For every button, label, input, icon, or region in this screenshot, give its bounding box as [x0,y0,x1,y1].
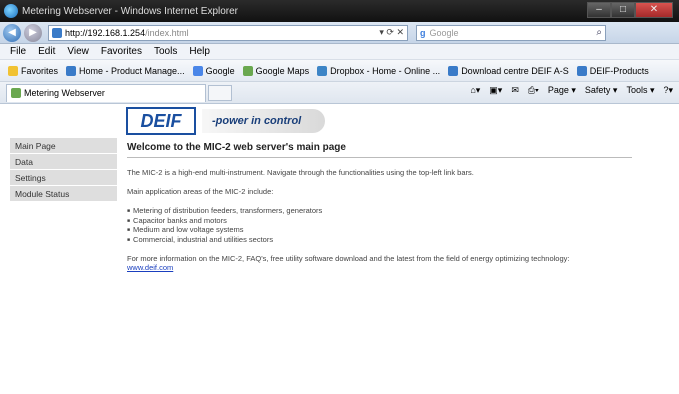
url-path: /index.html [145,27,189,38]
sidebar-nav: Main Page Data Settings Module Status [10,138,117,202]
google-icon [192,65,203,76]
list-item: Medium and low voltage systems [127,225,632,235]
tab-metering-webserver[interactable]: Metering Webserver [6,83,206,102]
favorite-label: DEIF-Products [589,65,649,76]
title-bar: Metering Webserver - Windows Internet Ex… [0,0,679,22]
star-icon [8,65,18,76]
areas-heading: Main application areas of the MIC-2 incl… [127,187,274,196]
menu-bar: File Edit View Favorites Tools Help [0,44,679,60]
help-icon[interactable]: ?▾ [663,85,673,96]
list-item: Capacitor banks and motors [127,216,632,226]
command-bar: ⌂▾ ▣▾ ✉ ⎙▾ Page ▾ Safety ▾ Tools ▾ ?▾ [461,85,673,96]
search-icon[interactable]: ⌕ [596,27,602,38]
internet-explorer-icon [4,4,18,18]
favorites-bar: Favorites Home - Product Manage... Googl… [0,60,679,82]
window-title: Metering Webserver - Windows Internet Ex… [22,5,239,17]
search-placeholder: Google [429,27,459,38]
deif-website-link[interactable]: www.deif.com [127,263,632,272]
header-logo: DEIF -power in control [126,106,326,136]
maximize-button[interactable]: □ [611,2,635,18]
forward-button[interactable]: ▶ [24,23,42,42]
ie-page-icon [576,65,587,76]
page-menu[interactable]: Page ▾ [548,85,576,96]
list-item: Commercial, industrial and utilities sec… [127,235,632,245]
page-title: Welcome to the MIC-2 web server's main p… [127,142,632,158]
favorite-link-google-maps[interactable]: Google Maps [242,65,310,76]
browser-window: Metering Webserver - Windows Internet Ex… [0,0,679,394]
menu-view[interactable]: View [67,46,89,57]
tab-bar: Metering Webserver ⌂▾ ▣▾ ✉ ⎙▾ Page ▾ Saf… [0,82,679,104]
menu-edit[interactable]: Edit [38,46,55,57]
favorite-link-deif-products[interactable]: DEIF-Products [576,65,649,76]
google-icon: g [420,27,426,38]
refresh-stop-icons[interactable]: ▾ ⟳ ✕ [379,27,404,38]
back-button[interactable]: ◀ [3,23,21,42]
page-favicon-icon [11,88,21,98]
ie-page-icon [448,65,459,76]
favorite-label: Download centre DEIF A-S [461,65,569,76]
address-field[interactable]: http://192.168.1.254/index.html ▾ ⟳ ✕ [48,24,408,41]
safety-menu[interactable]: Safety ▾ [585,85,618,96]
menu-file[interactable]: File [10,46,26,57]
minimize-button[interactable]: ‒ [587,2,611,18]
menu-help[interactable]: Help [189,46,210,57]
favorite-label: Dropbox - Home - Online ... [330,65,441,76]
intro-text: The MIC-2 is a high-end multi-instrument… [127,168,474,177]
sidebar-item-module-status[interactable]: Module Status [10,186,117,202]
favorites-button[interactable]: Favorites [8,65,59,76]
favorite-link-google[interactable]: Google [192,65,235,76]
menu-tools[interactable]: Tools [154,46,177,57]
dropbox-icon [317,65,328,76]
new-tab-button[interactable] [208,84,232,101]
deif-logo: DEIF [126,107,196,135]
tab-label: Metering Webserver [24,88,105,98]
address-toolbar: ◀ ▶ http://192.168.1.254/index.html ▾ ⟳ … [0,22,679,44]
slogan-banner: -power in control [202,109,326,133]
url-host: http://192.168.1.254 [65,27,146,38]
sidebar-item-settings[interactable]: Settings [10,170,117,186]
page-favicon-icon [52,27,62,38]
favorite-label: Home - Product Manage... [79,65,185,76]
page-content: DEIF -power in control Main Page Data Se… [10,104,670,394]
areas-list: Metering of distribution feeders, transf… [127,206,632,244]
tools-menu[interactable]: Tools ▾ [626,85,654,96]
favorite-link-dropbox[interactable]: Dropbox - Home - Online ... [317,65,441,76]
menu-favorites[interactable]: Favorites [101,46,142,57]
main-panel: Welcome to the MIC-2 web server's main p… [127,142,632,272]
more-info-text: For more information on the MIC-2, FAQ's… [127,254,570,263]
close-button[interactable]: ✕ [635,2,673,18]
google-icon [242,65,253,76]
favorite-label: Google [205,65,235,76]
feeds-icon[interactable]: ▣▾ [489,85,502,96]
favorites-label: Favorites [21,65,59,76]
mail-icon[interactable]: ✉ [511,85,519,96]
print-icon[interactable]: ⎙▾ [528,85,539,96]
sidebar-item-data[interactable]: Data [10,154,117,170]
search-input[interactable]: g Google ⌕ [416,24,606,41]
ie-page-icon [66,65,77,76]
favorite-link-home[interactable]: Home - Product Manage... [66,65,185,76]
favorite-label: Google Maps [255,65,310,76]
home-icon[interactable]: ⌂▾ [470,85,480,96]
list-item: Metering of distribution feeders, transf… [127,206,632,216]
sidebar-item-main-page[interactable]: Main Page [10,138,117,154]
favorite-link-download-centre[interactable]: Download centre DEIF A-S [448,65,569,76]
